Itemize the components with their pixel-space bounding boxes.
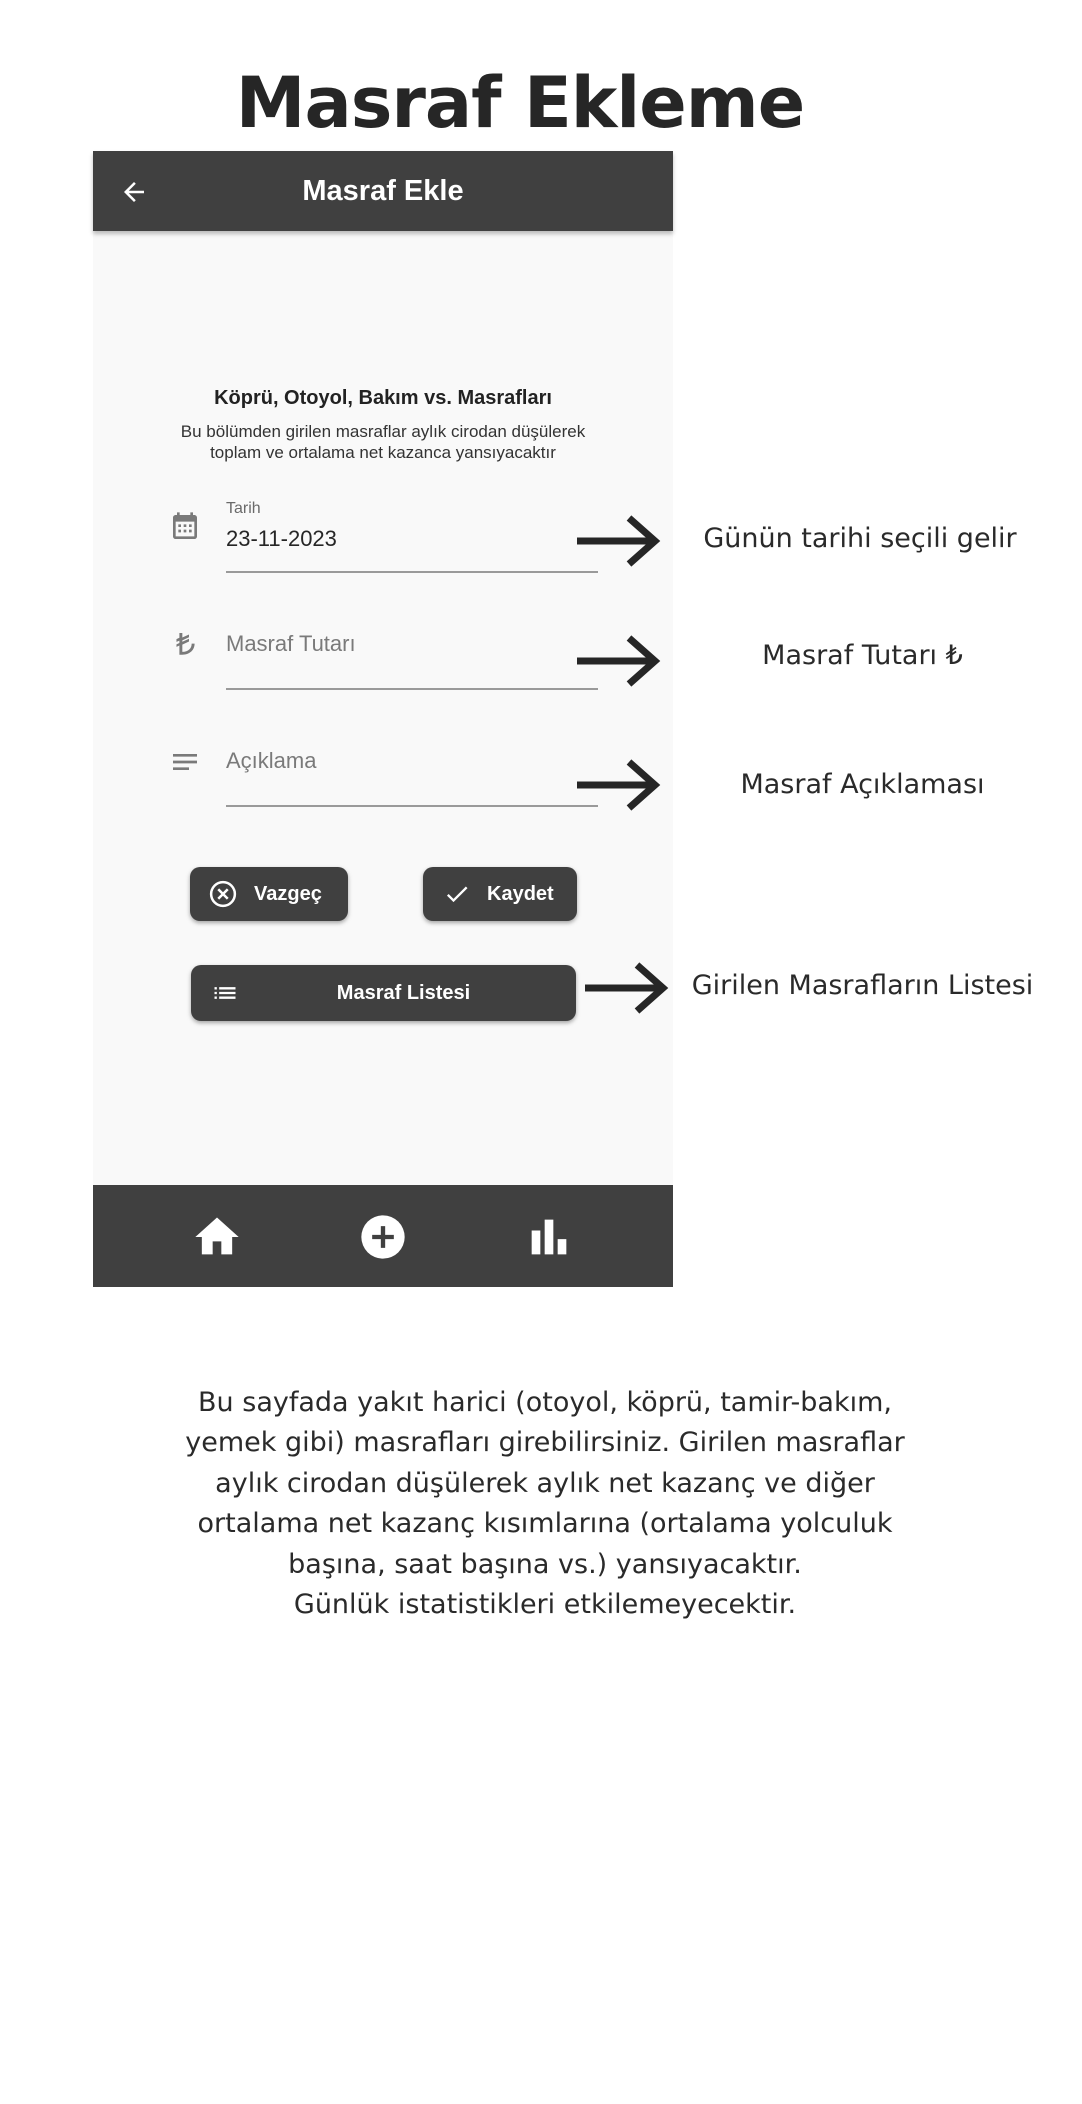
bar-chart-icon[interactable] bbox=[523, 1211, 575, 1263]
annotation-list: Girilen Masrafların Listesi bbox=[691, 970, 1034, 1001]
expense-list-button-label: Masraf Listesi bbox=[336, 982, 471, 1004]
arrow-right-icon bbox=[577, 759, 661, 811]
expense-list-button[interactable]: Masraf Listesi bbox=[191, 965, 576, 1021]
date-field-label: Tarih bbox=[226, 500, 261, 517]
phone-screen: Masraf Ekle Köprü, Otoyol, Bakım vs. Mas… bbox=[93, 151, 673, 1287]
footer-description: Bu sayfada yakıt harici (otoyol, köprü, … bbox=[185, 1387, 905, 1621]
description-field-placeholder: Açıklama bbox=[226, 748, 317, 773]
app-bar: Masraf Ekle bbox=[93, 151, 673, 231]
bottom-navigation bbox=[93, 1185, 673, 1287]
date-field-underline bbox=[226, 571, 598, 573]
save-button-label: Kaydet bbox=[487, 883, 554, 905]
save-button[interactable]: Kaydet bbox=[423, 867, 577, 921]
section-description: Bu bölümden girilen masraflar aylık ciro… bbox=[180, 422, 586, 462]
home-icon[interactable] bbox=[191, 1211, 243, 1263]
check-icon bbox=[446, 886, 468, 903]
annotation-amount: Masraf Tutarı ₺ bbox=[762, 640, 963, 671]
annotation-date: Günün tarihi seçili gelir bbox=[703, 523, 1017, 554]
description-field-underline bbox=[226, 805, 598, 807]
notes-icon bbox=[173, 754, 197, 770]
cancel-circle-icon bbox=[209, 880, 237, 908]
page-title: Masraf Ekleme bbox=[235, 62, 805, 144]
arrow-right-icon bbox=[577, 635, 661, 687]
arrow-right-icon bbox=[585, 962, 669, 1014]
annotation-description: Masraf Açıklaması bbox=[740, 769, 985, 800]
arrow-right-icon bbox=[577, 515, 661, 567]
cancel-button-label: Vazgeç bbox=[254, 883, 322, 905]
amount-field-underline bbox=[226, 688, 598, 690]
section-heading: Köprü, Otoyol, Bakım vs. Masrafları bbox=[214, 387, 552, 409]
calendar-icon bbox=[173, 512, 197, 539]
lira-icon bbox=[176, 633, 195, 655]
add-circle-icon[interactable] bbox=[357, 1211, 409, 1263]
date-field-value: 23-11-2023 bbox=[226, 526, 337, 551]
cancel-button[interactable]: Vazgeç bbox=[190, 867, 348, 921]
amount-field-placeholder: Masraf Tutarı bbox=[226, 631, 356, 656]
app-bar-title: Masraf Ekle bbox=[302, 175, 464, 207]
